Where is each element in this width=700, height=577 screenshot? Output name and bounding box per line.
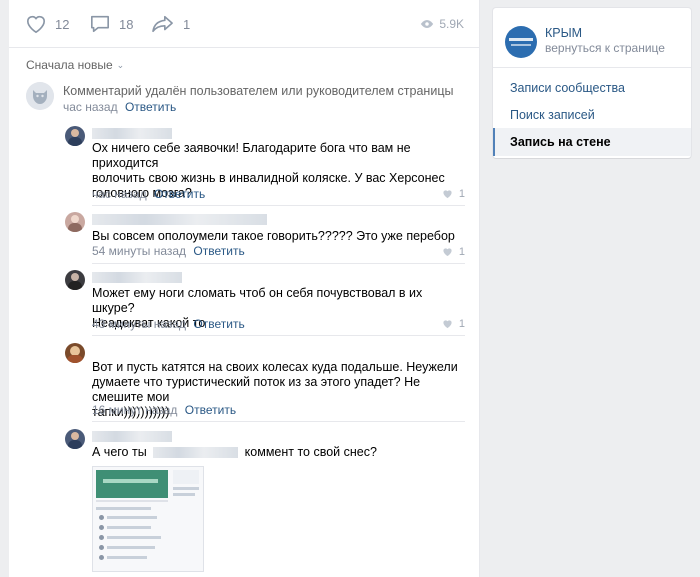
author-name-redacted <box>92 272 182 283</box>
comments-sort-dropdown[interactable]: Сначала новые ⌄ <box>26 58 124 72</box>
share-icon <box>152 15 173 33</box>
post-panel: 12 18 1 5.9K Сначала новые ⌄ Комментарий… <box>9 0 480 577</box>
avatar[interactable] <box>65 126 85 146</box>
comment-like-button[interactable]: 1 <box>442 246 465 258</box>
comment-time[interactable]: час назад <box>92 187 147 201</box>
comment-text: Вы совсем ополоумели такое говорить?????… <box>92 229 462 244</box>
heart-icon <box>443 190 452 199</box>
menu-item-search-posts[interactable]: Поиск записей <box>493 101 691 129</box>
share-count: 1 <box>183 16 191 32</box>
deleted-comment: Комментарий удалён пользователем или рук… <box>26 82 466 116</box>
menu-item-community-posts[interactable]: Записи сообщества <box>493 74 691 102</box>
avatar[interactable] <box>65 343 85 363</box>
comment-line: Может ему ноги сломать чтоб он себя почу… <box>92 286 423 315</box>
comment-time[interactable]: 16 минут назад <box>92 403 177 417</box>
comment-meta: час назад Ответить <box>92 187 205 201</box>
sort-label: Сначала новые <box>26 58 113 72</box>
author-name-redacted <box>92 431 172 442</box>
reply-link[interactable]: Ответить <box>154 187 205 201</box>
comment-line: Вы совсем ополоумели такое говорить?????… <box>92 229 455 243</box>
deleted-comment-text: Комментарий удалён пользователем или рук… <box>63 84 454 98</box>
divider <box>92 421 465 422</box>
divider <box>92 205 465 206</box>
community-header[interactable]: КРЫМ вернуться к странице <box>493 8 691 68</box>
comment-meta: 16 минут назад Ответить <box>92 403 236 417</box>
deleted-user-avatar <box>26 82 54 110</box>
eye-icon <box>421 20 434 28</box>
author-name-redacted <box>92 128 172 139</box>
like-count: 12 <box>55 16 70 32</box>
comment-count: 18 <box>119 16 134 32</box>
avatar[interactable] <box>65 212 85 232</box>
comment-line: волочить свою жизнь в инвалидной коляске… <box>92 171 445 185</box>
share-button[interactable]: 1 <box>151 14 190 34</box>
avatar[interactable] <box>65 270 85 290</box>
comment-meta: 43 минуты назад Ответить <box>92 317 245 331</box>
menu-item-label: Записи сообщества <box>510 81 625 95</box>
like-count: 1 <box>458 318 465 330</box>
comment-item: А чего ты коммент то свой снес? <box>65 429 465 469</box>
comment-time[interactable]: час назад <box>63 100 118 114</box>
reply-link[interactable]: Ответить <box>193 244 244 258</box>
redacted-name <box>153 447 239 459</box>
comment-text-part: А чего ты <box>92 445 147 459</box>
comment-meta: 54 минуты назад Ответить <box>92 244 245 258</box>
heart-icon <box>26 15 46 34</box>
like-count: 1 <box>458 188 465 200</box>
comment-like-button[interactable]: 1 <box>442 188 465 200</box>
comment-item: Вы совсем ополоумели такое говорить?????… <box>65 212 465 262</box>
post-actions-bar: 12 18 1 5.9K <box>9 0 480 48</box>
back-to-page-link[interactable]: вернуться к странице <box>545 41 665 55</box>
like-count: 1 <box>458 246 465 258</box>
reply-link[interactable]: Ответить <box>193 317 244 331</box>
dog-icon <box>26 82 54 110</box>
comment-time[interactable]: 43 минуты назад <box>92 317 186 331</box>
author-name-redacted <box>92 214 267 225</box>
comment-text: А чего ты коммент то свой снес? <box>92 445 462 460</box>
comment-line: Ох ничего себе заявочки! Благодарите бог… <box>92 141 411 170</box>
heart-icon <box>443 320 452 329</box>
comment-text-part: коммент то свой снес? <box>244 445 377 459</box>
heart-icon <box>443 248 452 257</box>
comment-line: думаете что туристический поток из за эт… <box>92 375 421 404</box>
comment-time[interactable]: 54 минуты назад <box>92 244 186 258</box>
views-count: 5.9K <box>439 17 464 31</box>
sidebar-nav: КРЫМ вернуться к странице Записи сообщес… <box>493 8 691 158</box>
comment-meta: час назад Ответить <box>63 100 176 114</box>
divider <box>92 263 465 264</box>
comment-icon <box>91 15 109 33</box>
avatar[interactable] <box>65 429 85 449</box>
comment-item: Вот и пусть катятся на своих колесах куд… <box>65 343 465 419</box>
comment-button[interactable]: 18 <box>89 14 133 34</box>
comment-line: Вот и пусть катятся на своих колесах куд… <box>92 360 458 374</box>
comment-item: Может ему ноги сломать чтоб он себя почу… <box>65 270 465 334</box>
comment-like-button[interactable]: 1 <box>442 318 465 330</box>
reply-link[interactable]: Ответить <box>185 403 236 417</box>
attached-screenshot-image[interactable] <box>92 466 204 572</box>
community-name[interactable]: КРЫМ <box>545 26 582 40</box>
divider <box>92 335 465 336</box>
views-counter: 5.9K <box>420 17 464 31</box>
chevron-down-icon: ⌄ <box>116 59 125 70</box>
comment-item: Ох ничего себе заявочки! Благодарите бог… <box>65 126 465 202</box>
menu-item-wall-post[interactable]: Запись на стене <box>493 128 691 156</box>
community-avatar[interactable] <box>505 26 537 58</box>
menu-item-label: Запись на стене <box>510 135 611 149</box>
reply-link[interactable]: Ответить <box>125 100 176 114</box>
menu-item-label: Поиск записей <box>510 108 595 122</box>
like-button[interactable]: 12 <box>25 14 69 34</box>
